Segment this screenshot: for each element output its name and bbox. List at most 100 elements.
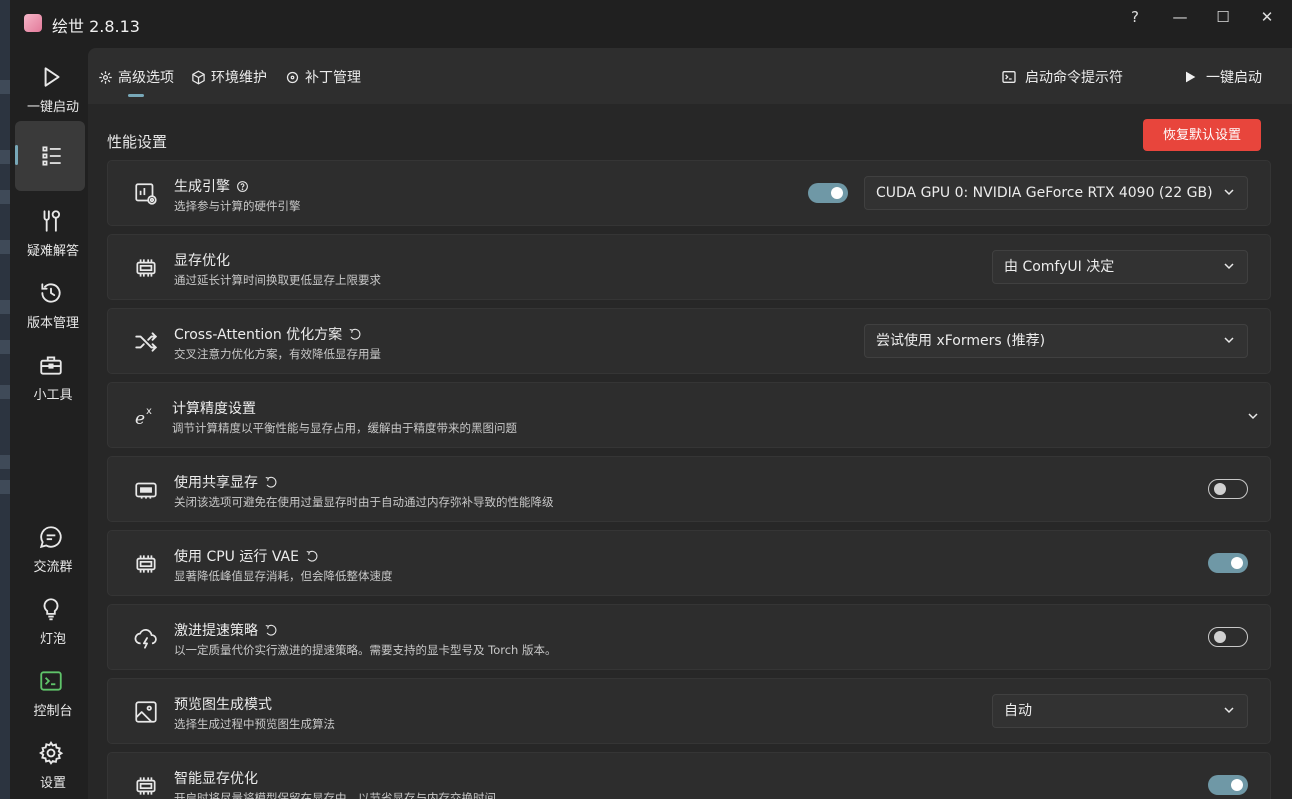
button-label: 一键启动 bbox=[1206, 70, 1262, 86]
section-title: 性能设置 bbox=[107, 133, 168, 151]
tab-environment[interactable]: 环境维护 bbox=[191, 66, 267, 88]
sidebar-item-advanced[interactable] bbox=[15, 121, 85, 191]
setting-shared-memory: 使用共享显存 关闭该选项可避免在使用过量显存时由于自动通过内存弥补导致的性能降级 bbox=[107, 456, 1271, 522]
chevron-down-icon bbox=[1223, 695, 1235, 727]
setting-description: 通过延长计算时间换取更低显存上限要求 bbox=[174, 273, 381, 287]
close-button[interactable]: ✕ bbox=[1252, 6, 1282, 28]
app-logo-icon bbox=[24, 14, 42, 32]
tab-label: 环境维护 bbox=[211, 70, 267, 86]
select-value: CUDA GPU 0: NVIDIA GeForce RTX 4090 (22 … bbox=[876, 185, 1213, 201]
terminal-icon bbox=[1002, 71, 1016, 83]
setting-title: Cross-Attention 优化方案 bbox=[174, 324, 361, 344]
cross-attention-select[interactable]: 尝试使用 xFormers (推荐) bbox=[864, 324, 1248, 358]
setting-aggressive-speedup: 激进提速策略 以一定质量代价实行激进的提速策略。需要支持的显卡型号及 Torch… bbox=[107, 604, 1271, 670]
restart-required-icon bbox=[265, 476, 277, 488]
setting-precision[interactable]: ex 计算精度设置 调节计算精度以平衡性能与显存占用，缓解由于精度带来的黑图问题 bbox=[107, 382, 1271, 448]
preview-mode-select[interactable]: 自动 bbox=[992, 694, 1248, 728]
engine-icon bbox=[133, 181, 159, 207]
sidebar-item-troubleshoot[interactable]: 疑难解答 bbox=[14, 200, 86, 270]
select-value: 尝试使用 xFormers (推荐) bbox=[876, 333, 1046, 349]
launch-terminal-button[interactable]: 启动命令提示符 bbox=[1001, 66, 1123, 88]
chevron-down-icon bbox=[1223, 251, 1235, 283]
tab-bar: 高级选项 环境维护 补丁管理 启动命令提示符 一键启动 bbox=[88, 48, 1292, 104]
setting-title-text: 显存优化 bbox=[174, 253, 230, 269]
restart-required-icon bbox=[265, 624, 277, 636]
engine-select[interactable]: CUDA GPU 0: NVIDIA GeForce RTX 4090 (22 … bbox=[864, 176, 1248, 210]
setting-smart-vram: 智能显存优化 开启时将尽量将模型保留在显存中，以节省显存与内存交换时间 bbox=[107, 752, 1271, 799]
select-value: 由 ComfyUI 决定 bbox=[1004, 259, 1115, 275]
setting-generation-engine: 生成引擎 选择参与计算的硬件引擎 CUDA GPU 0: NVIDIA GeFo… bbox=[107, 160, 1271, 226]
sidebar-item-versions[interactable]: 版本管理 bbox=[14, 272, 86, 342]
setting-title-text: 智能显存优化 bbox=[174, 771, 258, 787]
setting-cross-attention: Cross-Attention 优化方案 交叉注意力优化方案，有效降低显存用量 … bbox=[107, 308, 1271, 374]
title-bar: 绘世 2.8.13 ? — ☐ ✕ bbox=[10, 0, 1292, 46]
shuffle-icon bbox=[133, 329, 159, 355]
setting-title: 激进提速策略 bbox=[174, 620, 277, 640]
setting-description: 交叉注意力优化方案，有效降低显存用量 bbox=[174, 347, 381, 361]
sidebar-item-launch[interactable]: 一键启动 bbox=[14, 56, 86, 126]
setting-description: 调节计算精度以平衡性能与显存占用，缓解由于精度带来的黑图问题 bbox=[172, 421, 517, 435]
gear-icon bbox=[38, 740, 64, 766]
app-window: 绘世 2.8.13 ? — ☐ ✕ 一键启动 疑难解答 版本管理 小工具 交流群… bbox=[10, 0, 1292, 799]
chevron-down-icon bbox=[1223, 177, 1235, 209]
help-button[interactable]: ? bbox=[1120, 6, 1150, 28]
active-tab-indicator bbox=[128, 94, 144, 97]
smart-vram-toggle[interactable] bbox=[1208, 775, 1248, 795]
sidebar-item-console[interactable]: 控制台 bbox=[14, 660, 86, 730]
sidebar-item-label: 控制台 bbox=[33, 704, 73, 719]
shared-memory-toggle[interactable] bbox=[1208, 479, 1248, 499]
setting-cpu-vae: 使用 CPU 运行 VAE 显著降低峰值显存消耗，但会降低整体速度 bbox=[107, 530, 1271, 596]
setting-title: 预览图生成模式 bbox=[174, 694, 272, 714]
play-icon bbox=[38, 64, 64, 90]
minimize-button[interactable]: — bbox=[1165, 6, 1195, 28]
setting-title: 智能显存优化 bbox=[174, 768, 258, 788]
tab-label: 高级选项 bbox=[118, 70, 174, 86]
sidebar-item-community[interactable]: 交流群 bbox=[14, 516, 86, 586]
cpu-icon bbox=[133, 551, 159, 577]
memory-chip-icon bbox=[133, 773, 159, 799]
sidebar-item-label: 一键启动 bbox=[26, 100, 79, 115]
setting-description: 选择生成过程中预览图生成算法 bbox=[174, 717, 335, 731]
sidebar-item-label: 版本管理 bbox=[26, 316, 79, 331]
shared-memory-icon bbox=[133, 477, 159, 503]
reset-defaults-button[interactable]: 恢复默认设置 bbox=[1143, 119, 1261, 151]
tab-label: 补丁管理 bbox=[305, 70, 361, 86]
sidebar-item-label: 交流群 bbox=[33, 560, 73, 575]
select-value: 自动 bbox=[1004, 703, 1032, 719]
sidebar-item-tools[interactable]: 小工具 bbox=[14, 344, 86, 414]
setting-title: 使用 CPU 运行 VAE bbox=[174, 546, 318, 566]
help-circle-icon[interactable] bbox=[236, 180, 249, 193]
setting-title-text: 预览图生成模式 bbox=[174, 697, 272, 713]
tab-patch-management[interactable]: 补丁管理 bbox=[285, 66, 361, 88]
tools-icon bbox=[38, 208, 64, 234]
setting-title-text: 激进提速策略 bbox=[174, 623, 258, 639]
setting-title: 生成引擎 bbox=[174, 176, 249, 196]
setting-title-text: 使用共享显存 bbox=[174, 475, 258, 491]
sidebar-item-settings[interactable]: 设置 bbox=[14, 732, 86, 799]
setting-description: 选择参与计算的硬件引擎 bbox=[174, 199, 301, 213]
vram-optimization-select[interactable]: 由 ComfyUI 决定 bbox=[992, 250, 1248, 284]
terminal-icon bbox=[38, 668, 64, 694]
setting-vram-optimization: 显存优化 通过延长计算时间换取更低显存上限要求 由 ComfyUI 决定 bbox=[107, 234, 1271, 300]
engine-toggle[interactable] bbox=[808, 183, 848, 203]
button-label: 启动命令提示符 bbox=[1025, 70, 1123, 86]
aggressive-speedup-toggle[interactable] bbox=[1208, 627, 1248, 647]
one-click-launch-button[interactable]: 一键启动 bbox=[1182, 66, 1262, 88]
tab-advanced-options[interactable]: 高级选项 bbox=[98, 66, 174, 88]
image-icon bbox=[133, 699, 159, 725]
cpu-vae-toggle[interactable] bbox=[1208, 553, 1248, 573]
sidebar-item-lightbulb[interactable]: 灯泡 bbox=[14, 588, 86, 658]
maximize-button[interactable]: ☐ bbox=[1208, 6, 1238, 28]
chat-icon bbox=[38, 524, 64, 550]
svg-text:x: x bbox=[146, 406, 152, 417]
setting-title: 使用共享显存 bbox=[174, 472, 277, 492]
svg-text:e: e bbox=[135, 409, 145, 429]
app-title: 绘世 2.8.13 bbox=[52, 17, 140, 36]
memory-chip-icon bbox=[133, 255, 159, 281]
patch-icon bbox=[286, 71, 299, 83]
sidebar-item-label: 小工具 bbox=[33, 388, 73, 403]
sidebar-item-label: 疑难解答 bbox=[26, 244, 79, 259]
package-icon bbox=[192, 70, 205, 84]
chevron-down-icon[interactable] bbox=[1247, 408, 1259, 422]
toolbox-icon bbox=[38, 352, 64, 378]
